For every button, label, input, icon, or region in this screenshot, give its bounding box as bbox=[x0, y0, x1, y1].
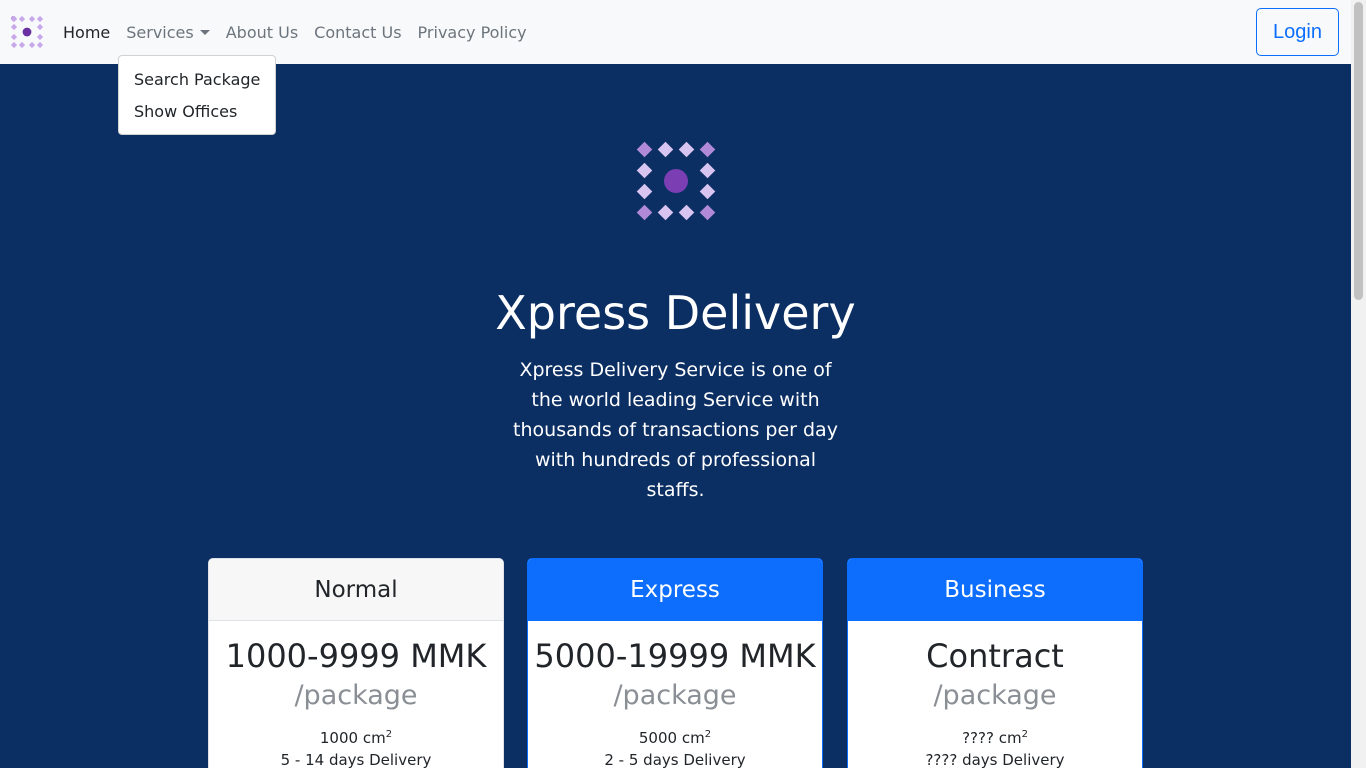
nav-services-label: Services bbox=[126, 22, 194, 42]
plan-name: Normal bbox=[209, 559, 503, 621]
plan-size-exponent: 2 bbox=[704, 729, 712, 740]
login-button[interactable]: Login bbox=[1256, 8, 1339, 56]
brand-logo-icon[interactable] bbox=[11, 16, 43, 48]
plan-size-value: 1000 bbox=[319, 729, 359, 747]
plan-name: Business bbox=[848, 559, 1142, 621]
plan-card-normal: Normal 1000-9999 MMK /package 1000 cm2 5… bbox=[208, 558, 504, 768]
plan-size-exponent: 2 bbox=[385, 729, 393, 740]
plan-delivery: 2 - 5 days Delivery bbox=[604, 751, 746, 768]
plan-card-business: Business Contract /package ???? cm2 ????… bbox=[847, 558, 1143, 768]
plan-unit: /package bbox=[933, 680, 1057, 711]
nav-about-link[interactable]: About Us bbox=[226, 23, 298, 42]
nav-home-link[interactable]: Home bbox=[63, 23, 110, 42]
hero-title: Xpress Delivery bbox=[495, 286, 856, 340]
plan-size-value: ???? bbox=[962, 729, 994, 747]
nav-contact-link[interactable]: Contact Us bbox=[314, 23, 401, 42]
caret-down-icon bbox=[199, 29, 210, 35]
plan-size: ???? cm2 bbox=[848, 724, 1142, 749]
page-scrollbar[interactable] bbox=[1351, 0, 1366, 768]
hero-description: Xpress Delivery Service is one of the wo… bbox=[513, 359, 838, 501]
dropdown-item-search-package[interactable]: Search Package bbox=[119, 64, 275, 96]
plan-delivery: ???? days Delivery bbox=[925, 751, 1065, 768]
plan-size-exponent: 2 bbox=[1021, 729, 1028, 740]
plan-unit: /package bbox=[613, 680, 737, 711]
plan-price: 5000-19999 MMK bbox=[534, 637, 816, 675]
plan-card-express: Express 5000-19999 MMK /package 5000 cm2… bbox=[527, 558, 823, 768]
dropdown-item-show-offices[interactable]: Show Offices bbox=[119, 96, 275, 128]
plan-size-unit: cm bbox=[998, 729, 1022, 747]
plan-size-unit: cm bbox=[681, 729, 705, 747]
plan-price: Contract bbox=[926, 637, 1064, 675]
plan-size: 1000 cm2 bbox=[209, 724, 503, 749]
plan-size: 5000 cm2 bbox=[528, 724, 822, 749]
plan-size-value: 5000 bbox=[638, 729, 678, 747]
plan-price: 1000-9999 MMK bbox=[225, 637, 487, 675]
nav-services-dropdown[interactable]: Services bbox=[126, 22, 210, 42]
plan-name: Express bbox=[528, 559, 822, 621]
plan-unit: /package bbox=[294, 680, 418, 711]
nav-privacy-link[interactable]: Privacy Policy bbox=[418, 23, 527, 42]
plan-size-unit: cm bbox=[362, 729, 386, 747]
scrollbar-thumb[interactable] bbox=[1354, 2, 1363, 300]
plan-delivery: 5 - 14 days Delivery bbox=[280, 751, 432, 768]
hero-logo-icon bbox=[636, 141, 716, 221]
services-dropdown-menu: Search Package Show Offices bbox=[118, 55, 276, 135]
